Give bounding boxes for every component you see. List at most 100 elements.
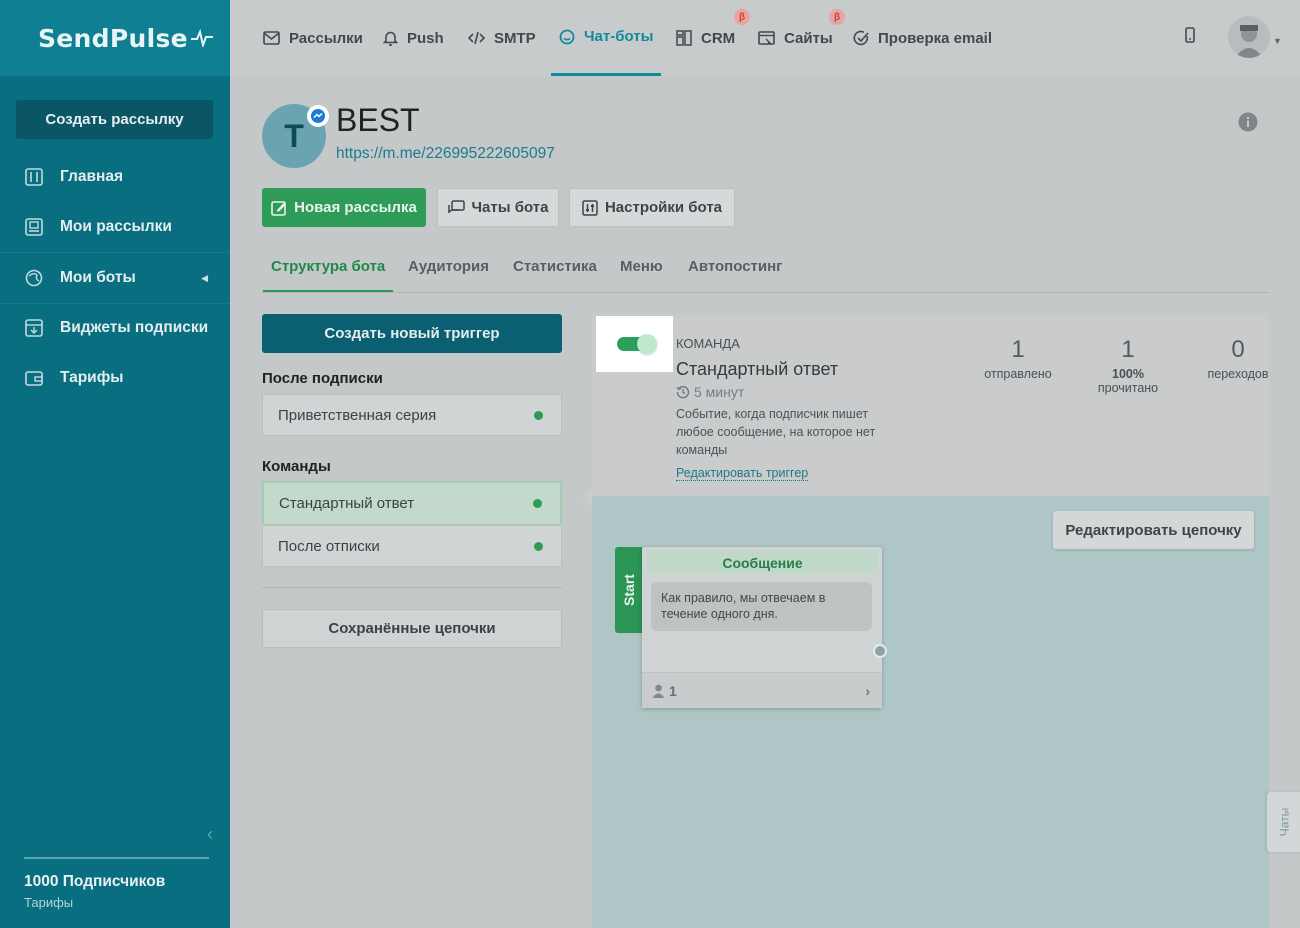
beta-badge: β bbox=[734, 9, 750, 25]
user-avatar[interactable] bbox=[1228, 16, 1270, 58]
sliders-icon bbox=[582, 199, 598, 216]
bot-name: BEST bbox=[336, 102, 420, 138]
stat-value: 1 bbox=[1011, 336, 1025, 363]
widget-icon bbox=[24, 318, 44, 338]
status-dot bbox=[533, 499, 542, 508]
sidebar-item-campaigns[interactable]: Мои рассылки bbox=[0, 202, 230, 252]
trigger-label: Стандартный ответ bbox=[279, 495, 415, 512]
divider bbox=[24, 857, 209, 859]
new-campaign-button[interactable]: Новая рассылка bbox=[262, 188, 426, 227]
sidebar-item-widgets[interactable]: Виджеты подписки bbox=[0, 303, 230, 353]
tab-structure[interactable]: Структура бота bbox=[263, 248, 394, 293]
tab-menu[interactable]: Меню bbox=[620, 248, 663, 293]
edit-trigger-link[interactable]: Редактировать триггер bbox=[676, 466, 809, 481]
campaigns-icon bbox=[24, 217, 44, 237]
nav-push[interactable]: Push bbox=[383, 0, 444, 76]
nav-email-verification[interactable]: Проверка email bbox=[853, 0, 992, 76]
top-navigation: Рассылки Push SMTP Чат-боты CRM β Сайты … bbox=[230, 0, 1300, 76]
nav-label: Проверка email bbox=[878, 29, 993, 47]
sidebar-item-label: Главная bbox=[60, 168, 124, 185]
trigger-label: После отписки bbox=[278, 537, 380, 555]
nav-chatbots[interactable]: Чат-боты bbox=[551, 0, 662, 76]
stat-value: 0 bbox=[1231, 336, 1245, 363]
sites-icon bbox=[758, 30, 775, 46]
status-dot bbox=[534, 410, 543, 420]
message-node-header: Сообщение bbox=[647, 551, 878, 574]
toggle-knob bbox=[636, 334, 657, 354]
trigger-type: КОМАНДА bbox=[676, 336, 740, 351]
trigger-item-welcome[interactable]: Приветственная серия bbox=[262, 394, 562, 436]
wallet-icon bbox=[24, 368, 44, 388]
bots-icon bbox=[24, 268, 44, 288]
bell-icon bbox=[383, 30, 398, 46]
sidebar-item-label: Виджеты подписки bbox=[60, 319, 209, 336]
button-label: Новая рассылка bbox=[294, 199, 417, 216]
trigger-label: Приветственная серия bbox=[278, 406, 437, 424]
tab-audience[interactable]: Аудитория bbox=[408, 248, 489, 293]
bot-settings-button[interactable]: Настройки бота bbox=[569, 188, 735, 227]
saved-chains-button[interactable]: Сохранённые цепочки bbox=[262, 609, 562, 648]
bot-link[interactable]: https://m.me/226995222605097 bbox=[336, 145, 555, 163]
nav-label: Рассылки bbox=[289, 29, 363, 47]
sidebar-item-home[interactable]: Главная bbox=[0, 152, 230, 202]
nav-sites[interactable]: Сайты β bbox=[758, 0, 845, 76]
start-node: Start bbox=[615, 547, 642, 633]
sidebar-item-tariffs[interactable]: Тарифы bbox=[0, 353, 230, 403]
crm-icon bbox=[676, 30, 692, 46]
pulse-icon bbox=[190, 29, 213, 47]
clock-history-icon bbox=[676, 385, 690, 399]
stat-clicks: 0 переходов bbox=[1183, 336, 1293, 381]
divider bbox=[262, 292, 1269, 293]
collapse-sidebar-icon[interactable]: ‹ bbox=[207, 824, 213, 845]
beta-badge: β bbox=[829, 9, 845, 25]
caret-down-icon[interactable]: ▼ bbox=[1273, 36, 1282, 46]
nav-label: Сайты bbox=[784, 29, 833, 47]
sidebar: SendPulse Создать рассылку Главная Мои р… bbox=[0, 0, 230, 928]
nav-campaigns[interactable]: Рассылки bbox=[263, 0, 363, 76]
chats-icon bbox=[447, 200, 465, 215]
logo[interactable]: SendPulse bbox=[38, 24, 188, 53]
trigger-enabled-toggle[interactable] bbox=[616, 334, 657, 354]
nav-label: SMTP bbox=[494, 29, 536, 47]
create-campaign-button[interactable]: Создать рассылку bbox=[16, 100, 213, 139]
commands-heading: Команды bbox=[262, 458, 331, 475]
tab-autoposting[interactable]: Автопостинг bbox=[688, 248, 782, 293]
connection-port[interactable] bbox=[873, 644, 887, 658]
trigger-item-after-unsubscribe[interactable]: После отписки bbox=[262, 525, 562, 567]
nav-crm[interactable]: CRM β bbox=[676, 0, 750, 76]
start-label: Start bbox=[620, 574, 637, 606]
edit-chain-button[interactable]: Редактировать цепочку bbox=[1053, 511, 1254, 549]
stat-label: прочитано bbox=[1097, 381, 1159, 395]
create-trigger-button[interactable]: Создать новый триггер bbox=[262, 314, 562, 353]
trigger-item-default-reply[interactable]: Стандартный ответ bbox=[262, 481, 562, 526]
chats-side-tab[interactable]: Чаты bbox=[1267, 792, 1300, 852]
user-icon bbox=[652, 684, 665, 698]
edit-icon bbox=[271, 200, 287, 216]
code-icon bbox=[468, 31, 485, 45]
caret-left-icon: ◀ bbox=[201, 272, 208, 283]
nav-smtp[interactable]: SMTP bbox=[468, 0, 536, 76]
nav-label: CRM bbox=[701, 29, 736, 47]
sidebar-item-label: Тарифы bbox=[60, 369, 124, 386]
stat-percent: 100% bbox=[1112, 367, 1144, 381]
trigger-panel: КОМАНДА Стандартный ответ 5 минут Событи… bbox=[592, 314, 1269, 928]
bot-chats-button[interactable]: Чаты бота bbox=[437, 188, 559, 227]
trigger-delay: 5 минут bbox=[676, 384, 744, 400]
sidebar-item-label: Мои рассылки bbox=[60, 218, 172, 235]
stat-value: 1 bbox=[1121, 336, 1135, 363]
trigger-description: Событие, когда подписчик пишет любое соо… bbox=[676, 407, 876, 457]
nav-label: Чат-боты bbox=[584, 28, 654, 45]
tariffs-link[interactable]: Тарифы bbox=[24, 895, 73, 910]
logo-area: SendPulse bbox=[0, 0, 230, 76]
message-node[interactable]: Сообщение Как правило, мы отвечаем в теч… bbox=[642, 547, 887, 708]
trigger-toggle-wrapper bbox=[596, 316, 673, 372]
sidebar-item-bots[interactable]: Мои боты ◀ bbox=[0, 253, 230, 303]
mobile-icon[interactable] bbox=[1185, 27, 1195, 48]
tab-statistics[interactable]: Статистика bbox=[513, 248, 597, 293]
messenger-icon bbox=[307, 105, 329, 127]
panel-pointer bbox=[582, 487, 592, 507]
stat-sent: 1 отправлено bbox=[963, 336, 1073, 381]
chevron-right-icon[interactable]: › bbox=[865, 683, 870, 699]
info-icon[interactable] bbox=[1238, 112, 1258, 137]
subscribers-count: 1000 Подписчиков bbox=[24, 873, 166, 890]
